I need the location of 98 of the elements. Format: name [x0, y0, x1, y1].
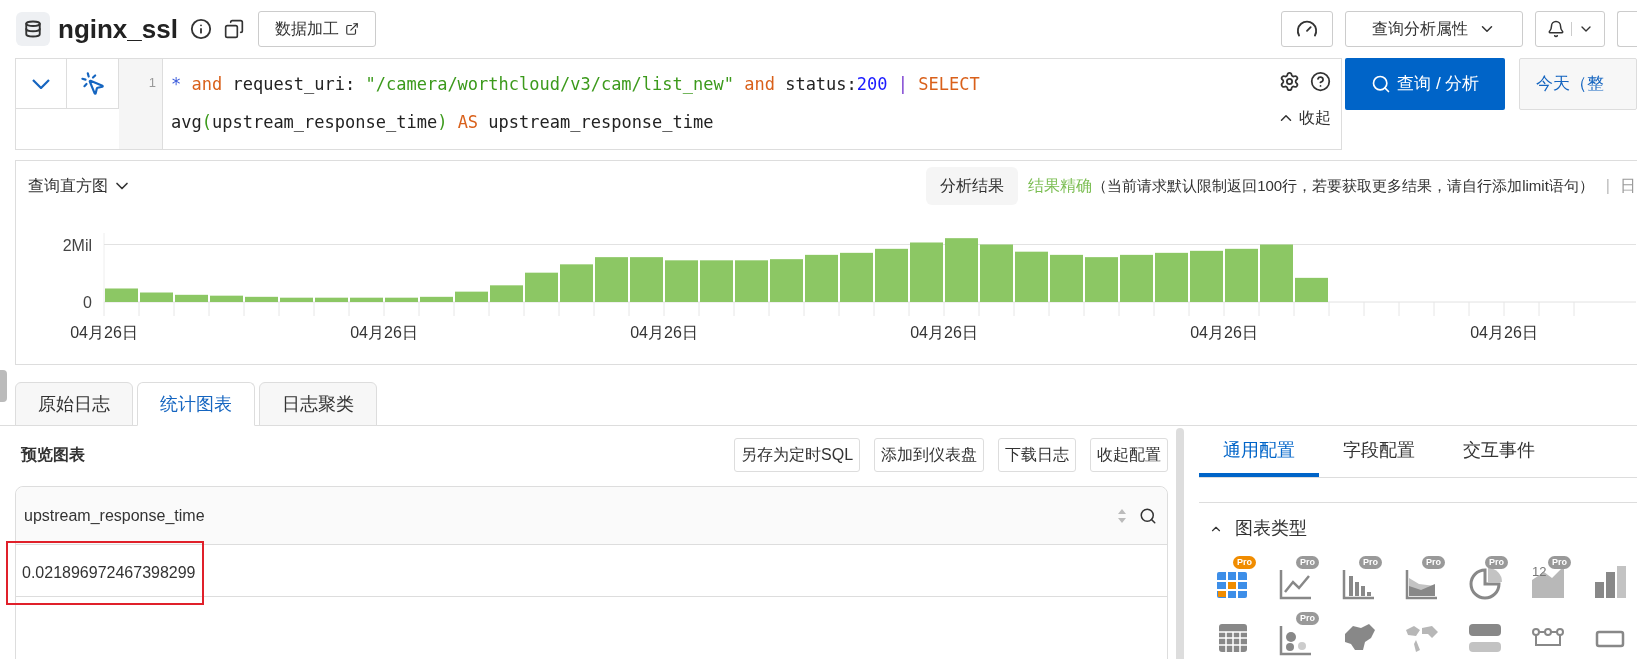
copy-icon[interactable]	[223, 19, 244, 39]
search-analyze-button[interactable]: 查询 / 分析	[1345, 58, 1506, 110]
histogram-bar	[1190, 250, 1223, 302]
gauge-button[interactable]	[1281, 11, 1333, 47]
sidebar-handle[interactable]	[0, 370, 7, 402]
histogram-bar	[525, 272, 558, 302]
info-icon[interactable]	[189, 18, 212, 40]
number-figure: 12	[1532, 565, 1547, 578]
logstore-title: nginx_ssl	[58, 12, 178, 46]
histogram-bar	[350, 297, 383, 302]
settings-icon[interactable]	[1279, 71, 1301, 92]
properties-dropdown[interactable]: 查询分析属性	[1345, 11, 1523, 47]
section-toggle[interactable]: 图表类型	[1209, 515, 1307, 542]
histogram-bar	[945, 238, 978, 302]
action-button[interactable]: 添加到仪表盘	[874, 438, 985, 472]
sort-icon[interactable]	[1117, 507, 1128, 524]
histogram-bar	[770, 259, 803, 302]
y-tick-label: 0	[83, 294, 92, 311]
pro-badge: Pro	[1485, 556, 1508, 569]
view-tab[interactable]: 日志聚类	[259, 382, 377, 426]
histogram-bar	[735, 260, 768, 302]
histogram-bar	[560, 264, 593, 302]
config-tab[interactable]: 交互事件	[1439, 428, 1559, 477]
histogram-bar	[1155, 252, 1188, 302]
pro-badge: Pro	[1233, 556, 1256, 569]
query-line: * and request_uri: "/camera/worthcloud/v3/cam/list_new" and status:200 | SELECT	[171, 73, 981, 95]
x-tick-label: 04月26日	[910, 324, 978, 341]
table-cell: 0.021896972467398299	[8, 543, 202, 603]
config-tab[interactable]: 通用配置	[1199, 428, 1319, 477]
separator: |	[1605, 176, 1610, 196]
search-icon	[1371, 74, 1392, 94]
x-tick-label: 04月26日	[70, 324, 138, 341]
histogram-bar	[385, 297, 418, 302]
config-tab[interactable]: 字段配置	[1319, 428, 1439, 477]
action-button[interactable]: 另存为定时SQL	[734, 438, 861, 472]
histogram-bar	[910, 242, 943, 302]
x-tick-label: 04月26日	[1470, 324, 1538, 341]
histogram-bar	[805, 254, 838, 302]
histogram-bar	[140, 292, 173, 302]
histogram-bar	[1015, 251, 1048, 302]
search-icon[interactable]	[1139, 506, 1158, 525]
analysis-result-button[interactable]: 分析结果	[926, 167, 1019, 205]
histogram-bar	[875, 248, 908, 302]
x-tick-label: 04月26日	[1190, 324, 1258, 341]
view-tab[interactable]: 原始日志	[15, 382, 133, 426]
preview-title: 预览图表	[19, 445, 85, 465]
histogram-bar	[1260, 244, 1293, 302]
help-icon[interactable]	[1310, 71, 1332, 92]
query-editor[interactable]: 1 * and request_uri: "/camera/worthcloud/v3/cam/list_new" and status:200 | SELECT avg(upstream_response_time) AS upstream_response_time 收起	[15, 58, 1343, 150]
histogram-bar	[210, 295, 243, 302]
view-tab[interactable]: 统计图表	[137, 382, 255, 426]
pro-badge: Pro	[1548, 556, 1571, 569]
histogram-bar	[175, 294, 208, 302]
result-status: 结果精确	[1028, 176, 1093, 196]
histogram-bar	[980, 244, 1013, 302]
x-tick-label: 04月26日	[630, 324, 698, 341]
histogram-bar	[245, 296, 278, 302]
pro-badge: Pro	[1296, 612, 1319, 625]
histogram-bar	[630, 257, 663, 302]
histogram-bar	[1120, 254, 1153, 302]
histogram-bar	[595, 257, 628, 302]
scrollbar[interactable]	[1176, 428, 1184, 659]
chevron-down-icon	[32, 78, 50, 89]
y-tick-label: 2Mil	[62, 236, 92, 254]
histogram-bar	[1050, 254, 1083, 302]
data-process-button[interactable]: 数据加工	[257, 11, 376, 47]
pro-badge: Pro	[1359, 556, 1382, 569]
histogram-bar	[840, 252, 873, 302]
histogram-bar	[700, 260, 733, 302]
bell-icon	[1546, 20, 1565, 38]
histogram-dropdown[interactable]: 查询直方图	[28, 174, 132, 198]
database-icon	[16, 12, 50, 46]
time-range-button[interactable]: 今天（整	[1519, 58, 1637, 110]
histogram-bar	[105, 288, 138, 302]
query-line: avg(upstream_response_time) AS upstream_response_time	[171, 111, 715, 133]
pro-badge: Pro	[1296, 556, 1319, 569]
action-button[interactable]: 收起配置	[1090, 438, 1169, 472]
alert-dropdown[interactable]	[1535, 11, 1605, 47]
histogram-bar	[1085, 257, 1118, 302]
histogram-bar	[665, 260, 698, 302]
histogram-bar	[455, 291, 488, 302]
collapse-button[interactable]: 收起	[1277, 106, 1332, 130]
chart-type-option[interactable]: 12 Pro	[1530, 556, 1574, 600]
histogram-bar	[490, 285, 523, 302]
histogram-bar	[1225, 248, 1258, 302]
histogram-bar	[280, 297, 313, 302]
cursor-click-icon	[79, 70, 106, 97]
line-number: 1	[148, 75, 156, 91]
external-link-icon	[344, 22, 359, 36]
histogram-bar	[315, 297, 348, 302]
columns-chart-icon	[1593, 564, 1629, 600]
x-tick-label: 04月26日	[350, 324, 418, 341]
action-button[interactable]: 下载日志	[998, 438, 1077, 472]
histogram-bar	[1295, 277, 1328, 302]
histogram-bar	[420, 296, 453, 302]
result-note: （当前请求默认限制返回100行，若要获取更多结果，请自行添加limit语句）	[1092, 175, 1594, 196]
column-header: upstream_response_time	[24, 505, 205, 526]
pro-badge: Pro	[1422, 556, 1445, 569]
